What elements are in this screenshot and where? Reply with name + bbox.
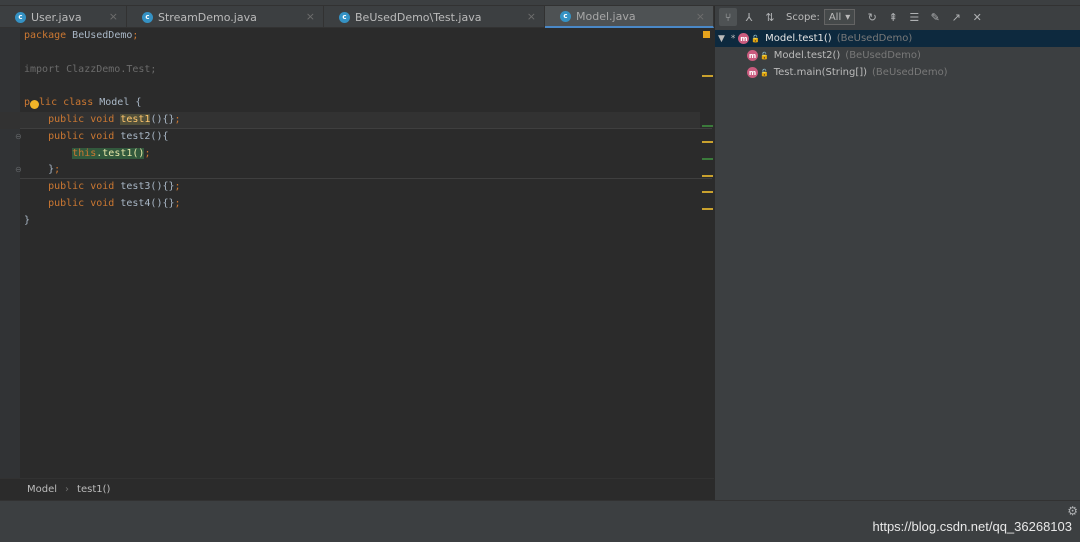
scope-value: All <box>828 11 842 23</box>
hierarchy-tree: ▼ * m 🔓 Model.test1() (BeUsedDemo) m 🔓 M… <box>715 30 1080 81</box>
public-access-icon: 🔓 <box>751 34 761 43</box>
gear-icon[interactable]: ⚙ <box>1067 504 1078 518</box>
code-line: } <box>24 214 31 226</box>
scope-dropdown[interactable]: All ▾ <box>823 9 856 25</box>
method-separator <box>20 178 712 179</box>
root-marker-icon: * <box>730 33 736 44</box>
stripe-mark[interactable] <box>702 141 713 143</box>
code-line: public void test2(){ <box>24 130 169 142</box>
caller-hierarchy-icon[interactable]: ⑂ <box>719 8 737 26</box>
tab-label: Model.java <box>576 9 636 23</box>
sort-alphabetically-icon[interactable]: ⇅ <box>761 8 779 26</box>
breadcrumb: Model › test1() <box>0 478 714 500</box>
tree-node[interactable]: m 🔓 Test.main(String[]) (BeUsedDemo) <box>715 64 1080 81</box>
tab-user-java[interactable]: c User.java × <box>0 6 127 28</box>
error-stripe[interactable] <box>700 28 714 478</box>
close-icon[interactable]: × <box>527 10 536 23</box>
code-line: this.test1(); <box>72 147 151 159</box>
code-line: import ClazzDemo.Test; <box>24 63 157 75</box>
public-access-icon: 🔓 <box>760 68 769 77</box>
tab-label: BeUsedDemo\Test.java <box>355 10 482 24</box>
chevron-right-icon: › <box>65 484 70 495</box>
call-highlight: this.test1() <box>72 147 145 159</box>
callee-hierarchy-icon[interactable]: ⅄ <box>740 8 758 26</box>
tab-label: StreamDemo.java <box>158 10 257 24</box>
tab-model-java[interactable]: c Model.java × <box>545 6 714 28</box>
tab-label: User.java <box>31 10 82 24</box>
stripe-mark[interactable] <box>702 125 713 127</box>
java-class-icon: c <box>15 11 26 23</box>
call-hierarchy-panel: ⑂ ⅄ ⇅ Scope: All ▾ ↻ ⇞ ☰ ✎ ↗ ✕ ▼ * m 🔓 M… <box>714 6 1080 500</box>
code-line: public void test4(){}; <box>24 197 181 209</box>
java-class-icon: c <box>142 11 153 23</box>
code-line: package BeUsedDemo; <box>24 30 139 41</box>
code-line: }; <box>24 164 61 176</box>
hierarchy-toolbar: ⑂ ⅄ ⇅ Scope: All ▾ ↻ ⇞ ☰ ✎ ↗ ✕ <box>715 6 1080 28</box>
tab-test-java[interactable]: c BeUsedDemo\Test.java × <box>324 6 545 28</box>
method-package: (BeUsedDemo) <box>836 33 913 44</box>
java-class-icon: c <box>560 10 571 22</box>
java-class-icon: c <box>339 11 350 23</box>
tree-node[interactable]: m 🔓 Model.test2() (BeUsedDemo) <box>715 47 1080 64</box>
scope-label: Scope: <box>786 11 820 23</box>
tree-node-root[interactable]: ▼ * m 🔓 Model.test1() (BeUsedDemo) <box>715 30 1080 47</box>
code-editor[interactable]: package BeUsedDemo; import ClazzDemo.Tes… <box>0 28 714 478</box>
editor-tab-bar: c User.java × c StreamDemo.java × c BeUs… <box>0 6 714 28</box>
code-line: public void test3(){}; <box>24 181 181 193</box>
stripe-mark[interactable] <box>702 75 713 77</box>
refresh-icon[interactable]: ↻ <box>863 8 881 26</box>
close-icon[interactable]: × <box>109 10 118 23</box>
method-name: Model.test2() <box>773 50 841 61</box>
stripe-mark[interactable] <box>702 175 713 177</box>
expand-all-icon[interactable]: ☰ <box>905 8 923 26</box>
method-name: Model.test1() <box>765 33 832 44</box>
method-package: (BeUsedDemo) <box>845 50 921 61</box>
fold-marker-icon[interactable]: ⊖ <box>15 162 22 179</box>
breadcrumb-method[interactable]: test1() <box>77 484 110 495</box>
method-icon: m <box>738 33 750 44</box>
stripe-mark[interactable] <box>702 208 713 210</box>
method-name: Test.main(String[]) <box>773 67 868 78</box>
close-icon[interactable]: × <box>696 10 705 23</box>
stripe-mark[interactable] <box>702 158 713 160</box>
method-package: (BeUsedDemo) <box>872 67 948 78</box>
autoscroll-icon[interactable]: ⇞ <box>884 8 902 26</box>
status-bar: ⚙ https://blog.csdn.net/qq_36268103 <box>0 500 1080 542</box>
method-separator <box>20 128 712 129</box>
code-line: p lic class Model { <box>24 97 142 110</box>
code-line-current: public void test1(){}; <box>0 111 700 129</box>
fold-marker-icon[interactable]: ⊖ <box>15 129 22 146</box>
tab-streamdemo-java[interactable]: c StreamDemo.java × <box>127 6 324 28</box>
expand-arrow-icon[interactable]: ▼ <box>718 34 725 44</box>
method-icon: m <box>747 67 758 78</box>
breadcrumb-class[interactable]: Model <box>27 484 57 495</box>
warning-status-icon[interactable] <box>703 31 710 38</box>
chevron-down-icon: ▾ <box>845 11 851 23</box>
watermark-text: https://blog.csdn.net/qq_36268103 <box>872 519 1073 534</box>
export-icon[interactable]: ↗ <box>947 8 965 26</box>
method-icon: m <box>747 50 758 61</box>
pin-icon[interactable]: ✎ <box>926 8 944 26</box>
close-icon[interactable]: × <box>306 10 315 23</box>
close-icon[interactable]: ✕ <box>968 8 986 26</box>
public-access-icon: 🔓 <box>760 51 769 60</box>
usage-highlight: test1 <box>120 113 151 125</box>
stripe-mark[interactable] <box>702 191 713 193</box>
